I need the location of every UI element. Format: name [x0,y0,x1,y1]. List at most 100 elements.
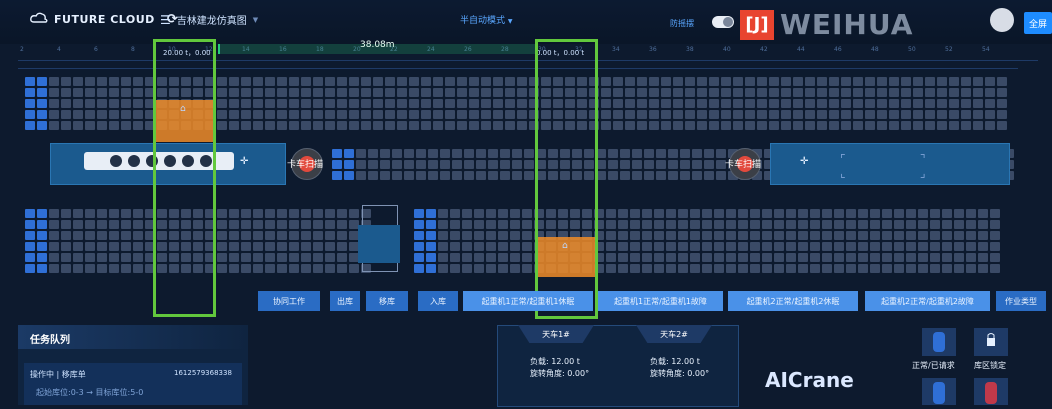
storage-slot[interactable] [416,160,426,169]
storage-slot[interactable] [990,253,1000,262]
storage-slot[interactable] [870,220,880,229]
storage-slot[interactable] [289,231,299,240]
storage-slot[interactable] [769,77,779,86]
storage-slot[interactable] [697,110,707,119]
storage-slot[interactable] [73,77,83,86]
storage-slot[interactable] [882,242,892,251]
storage-slot[interactable] [930,264,940,273]
storage-slot[interactable] [385,88,395,97]
storage-slot[interactable] [481,121,491,130]
storage-slot[interactable] [697,88,707,97]
storage-slot[interactable] [414,242,424,251]
storage-slot[interactable] [522,209,532,218]
storage-slot[interactable] [625,99,635,108]
storage-slot[interactable] [762,242,772,251]
storage-slot[interactable] [229,231,239,240]
storage-slot[interactable] [930,220,940,229]
storage-slot[interactable] [762,231,772,240]
storage-slot[interactable] [637,110,647,119]
storage-slot[interactable] [714,231,724,240]
storage-slot[interactable] [217,220,227,229]
storage-slot[interactable] [606,242,616,251]
storage-slot[interactable] [781,110,791,119]
storage-slot[interactable] [625,121,635,130]
storage-slot[interactable] [774,220,784,229]
storage-slot[interactable] [954,220,964,229]
storage-slot[interactable] [85,209,95,218]
storage-slot[interactable] [817,110,827,119]
storage-slot[interactable] [241,253,251,262]
storage-slot[interactable] [841,99,851,108]
storage-slot[interactable] [961,88,971,97]
storage-slot[interactable] [913,121,923,130]
storage-slot[interactable] [954,242,964,251]
crane1-tab[interactable]: 天车1# [518,325,594,343]
storage-slot[interactable] [265,99,275,108]
storage-slot[interactable] [709,88,719,97]
storage-slot[interactable] [368,160,378,169]
storage-slot[interactable] [661,99,671,108]
storage-slot[interactable] [241,242,251,251]
storage-slot[interactable] [498,209,508,218]
storage-slot[interactable] [73,99,83,108]
storage-slot[interactable] [373,77,383,86]
storage-slot[interactable] [325,220,335,229]
storage-slot[interactable] [325,121,335,130]
storage-slot[interactable] [853,77,863,86]
storage-slot[interactable] [757,121,767,130]
storage-slot[interactable] [620,149,630,158]
storage-slot[interactable] [750,220,760,229]
storage-slot[interactable] [313,220,323,229]
storage-slot[interactable] [61,253,71,262]
storage-slot[interactable] [445,77,455,86]
storage-slot[interactable] [702,242,712,251]
storage-slot[interactable] [870,264,880,273]
storage-slot[interactable] [601,110,611,119]
storage-slot[interactable] [97,264,107,273]
storage-slot[interactable] [73,110,83,119]
storage-slot[interactable] [673,88,683,97]
storage-slot[interactable] [380,160,390,169]
storage-slot[interactable] [661,88,671,97]
storage-slot[interactable] [894,209,904,218]
toolbar-button-3[interactable]: 入库 [418,291,458,311]
storage-slot[interactable] [426,264,436,273]
storage-slot[interactable] [656,149,666,158]
task-item[interactable]: 操作中 | 移库单 1612579368338 起始库位:0-3 → 目标库位:… [24,363,242,405]
storage-slot[interactable] [942,242,952,251]
storage-slot[interactable] [49,121,59,130]
storage-slot[interactable] [349,88,359,97]
storage-slot[interactable] [397,77,407,86]
storage-slot[interactable] [630,242,640,251]
storage-slot[interactable] [493,77,503,86]
storage-slot[interactable] [661,110,671,119]
storage-slot[interactable] [822,220,832,229]
storage-slot[interactable] [721,88,731,97]
storage-slot[interactable] [361,121,371,130]
storage-slot[interactable] [517,99,527,108]
storage-slot[interactable] [301,121,311,130]
toolbar-button-6[interactable]: 起重机2正常/起重机2休眠 [728,291,858,311]
storage-slot[interactable] [493,88,503,97]
storage-slot[interactable] [265,88,275,97]
storage-slot[interactable] [73,242,83,251]
storage-slot[interactable] [690,264,700,273]
storage-slot[interactable] [404,171,414,180]
storage-slot[interactable] [762,253,772,262]
storage-slot[interactable] [985,110,995,119]
storage-slot[interactable] [73,264,83,273]
storage-slot[interactable] [990,264,1000,273]
storage-slot[interactable] [474,253,484,262]
storage-slot[interactable] [829,99,839,108]
storage-slot[interactable] [337,88,347,97]
storage-slot[interactable] [73,88,83,97]
storage-slot[interactable] [961,99,971,108]
storage-slot[interactable] [337,77,347,86]
storage-slot[interactable] [733,121,743,130]
storage-slot[interactable] [618,220,628,229]
storage-slot[interactable] [726,242,736,251]
storage-slot[interactable] [481,88,491,97]
storage-slot[interactable] [644,160,654,169]
storage-slot[interactable] [822,253,832,262]
storage-slot[interactable] [637,77,647,86]
